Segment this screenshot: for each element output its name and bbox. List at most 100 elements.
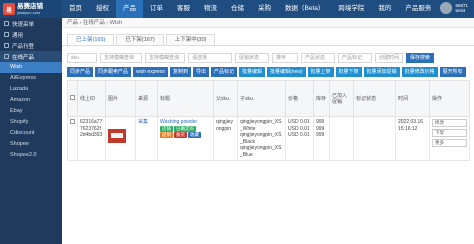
main-content: 产品 › 在线产品 › Wish 已上架(165) 已下架(167) 上下架中(… [62,18,474,244]
sidebar-group-general[interactable]: 通用 [0,29,62,40]
row-time: 2022.03.16 15:16:12 [395,116,430,161]
row-checkbox[interactable] [70,119,75,124]
user-menu[interactable]: 66871 test4 [440,2,468,14]
sidebar-item-lazada[interactable]: Lazada [0,84,62,95]
keyword-input[interactable]: 支持模糊查询 [145,52,185,63]
product-tag-select[interactable]: 产品标记 [338,52,372,63]
list-icon [4,32,9,37]
nav-logistics[interactable]: 物流 [197,0,224,18]
more-button[interactable]: 更多 [432,139,467,147]
batch-promo-button[interactable]: 批量添加促销 [363,67,400,77]
box-icon [4,54,9,59]
save-search-button[interactable]: 保存搜索 [406,52,435,63]
child-sku: qingjieyongpin_XS_Black [240,132,282,145]
nav-home[interactable]: 首页 [62,0,89,18]
nav-orders[interactable]: 订单 [143,0,170,18]
sidebar-group-label: 在线产品 [12,54,35,61]
sidebar-group-online[interactable]: 在线产品 [0,51,62,62]
tab-listed[interactable]: 已上架(165) [67,34,115,45]
product-thumbnail[interactable] [108,129,126,143]
breadcrumb: 产品 › 在线产品 › Wish [62,18,474,28]
delist-button[interactable]: 下架 [432,129,467,137]
row-ops-cell: 修改 下架 更多 [429,116,470,161]
created-time-select[interactable]: 创建时间 [375,52,403,63]
tag-fav: 收藏 [188,132,201,138]
action-bar: 同步产品 同步跟卖产品 wish express 复制到 导出 产品标记 批量编… [62,64,474,80]
nav-academy[interactable]: 跨境学院 [331,0,371,18]
child-sku: qingjieyongpin_XS_White [240,119,282,132]
store-select[interactable]: 请选择 [188,52,232,63]
col-ops: 操作 [429,80,470,117]
sidebar-item-ebay[interactable]: Ebay [0,106,62,117]
brand-logo[interactable]: 易 易赛店铺 yisaiyun.com [0,0,62,18]
nav-service[interactable]: 客服 [170,0,197,18]
nav-product-service[interactable]: 产品服务 [398,0,438,18]
status-tabs: 已上架(165) 已下架(167) 上下架中(30) [62,34,474,46]
sidebar-item-cdiscount[interactable]: Cdiscount [0,128,62,139]
select-all-cell[interactable] [67,80,78,117]
row-child-sku-cell: qingjieyongpin_XS_White qingjieyongpin_X… [237,116,286,161]
row-title[interactable]: Washing powder [160,119,211,126]
sidebar-item-shopee[interactable]: Shopee [0,139,62,150]
sidebar-item-amazon[interactable]: Amazon [0,95,62,106]
product-table: 线上ID 图片 来源 标题 父sku 子sku 价格 库存 已加入促销 标记状态… [67,80,470,161]
tab-delisted[interactable]: 已下架(167) [116,34,164,45]
col-child-sku: 子sku [237,80,286,117]
row-parent-sku: qingjieyongpin [213,116,238,161]
sku-type-select[interactable]: sku [67,52,97,63]
product-tag-button[interactable]: 产品标记 [210,67,237,77]
main-nav: 首页 授权 产品 订单 客服 物流 仓储 采购 数据（Beta） 跨境学院 我的… [62,0,438,18]
batch-edit-new-button[interactable]: 批量编辑(new) [267,67,306,77]
sidebar: 快速采单 通用 产品刊登 在线产品 Wish AliExpress Lazada… [0,18,62,244]
nav-products[interactable]: 产品 [116,0,143,18]
select-all-checkbox[interactable] [70,95,75,100]
table-row: 62316a777623762f2d4bd393 采集 Washing powd… [67,116,470,161]
grid-icon [4,21,9,26]
col-image: 图片 [105,80,136,117]
brand-sub: yisaiyun.com [17,10,41,15]
sync-follow-button[interactable]: 同步跟卖产品 [95,67,132,77]
row-select-cell[interactable] [67,116,78,161]
user-role: test4 [455,8,466,13]
sidebar-group-quick[interactable]: 快速采单 [0,18,62,29]
batch-list-button[interactable]: 批量上架 [307,67,334,77]
batch-edit-button[interactable]: 批量编辑 [238,67,265,77]
product-status-select[interactable]: 产品状态 [301,52,335,63]
nav-data[interactable]: 数据（Beta） [278,0,331,18]
copy-to-button[interactable]: 复制到 [169,67,191,77]
tag-confirmed: 已确定的 [174,125,196,132]
edit-button[interactable]: 修改 [432,119,467,127]
col-online-id[interactable]: 线上ID [77,80,106,117]
row-title-cell: Washing powder 店铺 已确定的 促销 备货 收藏 [157,116,214,161]
price: USD 0.01 [288,119,310,125]
nav-mine[interactable]: 我的 [371,0,398,18]
nav-auth[interactable]: 授权 [89,0,116,18]
col-title: 标题 [157,80,214,117]
row-source[interactable]: 采集 [135,116,158,161]
nav-purchase[interactable]: 采购 [251,0,278,18]
avatar[interactable] [440,2,453,14]
tab-in-progress[interactable]: 上下架中(30) [165,34,216,45]
sort-select[interactable]: 排序 [272,52,298,63]
tag-stock: 备货 [174,132,187,138]
col-price[interactable]: 价格 [285,80,314,117]
sync-products-button[interactable]: 同步产品 [67,67,94,77]
batch-delist-button[interactable]: 批量下架 [335,67,362,77]
sidebar-item-aliexpress[interactable]: AliExpress [0,73,62,84]
col-stock[interactable]: 库存 [313,80,330,117]
col-time[interactable]: 时间 [395,80,430,117]
export-button[interactable]: 导出 [192,67,209,77]
search-input[interactable]: 支持模糊查询 [100,52,142,63]
sidebar-item-shopee2[interactable]: Shopee2.0 [0,150,62,161]
filter-bar: sku 支持模糊查询 支持模糊查询 请选择 促销状态 排序 产品状态 产品标记 … [62,46,474,64]
expand-all-button[interactable]: 展开所有 [439,67,466,77]
sidebar-item-shopify[interactable]: Shopify [0,117,62,128]
sidebar-group-listing[interactable]: 产品刊登 [0,40,62,51]
nav-warehouse[interactable]: 仓储 [224,0,251,18]
batch-price-button[interactable]: 批量修改价格 [401,67,438,77]
sidebar-group-label: 通用 [12,32,24,39]
wish-express-button[interactable]: wish express [133,67,168,77]
promo-status-select[interactable]: 促销状态 [235,52,269,63]
sidebar-item-wish[interactable]: Wish [0,62,62,73]
sidebar-group-label: 产品刊登 [12,43,35,50]
